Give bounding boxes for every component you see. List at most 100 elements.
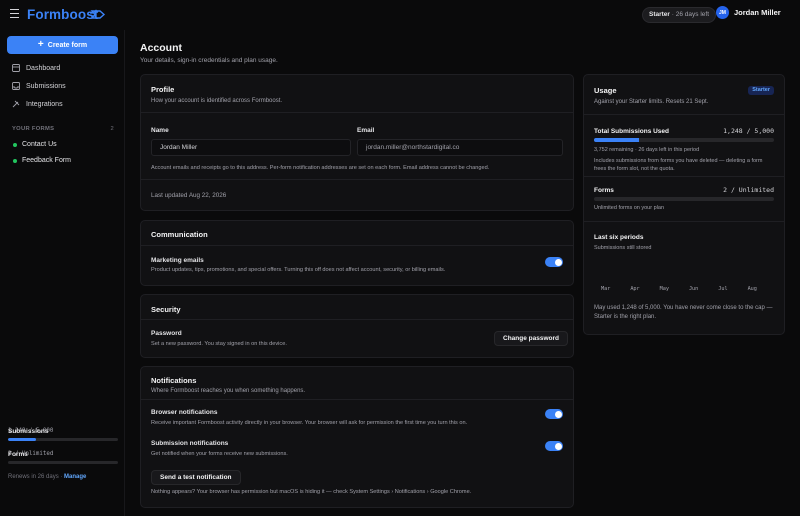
submission-notifications-label: Submission notifications [151,440,229,447]
name-label: Name [151,127,169,134]
last-updated: Last updated Aug 22, 2026 [151,192,227,199]
profile-title: Profile [151,85,175,94]
change-password-button[interactable]: Change password [494,331,568,346]
plug-icon [12,100,20,108]
sidebar: + Create form Dashboard Submissions Inte… [0,30,125,516]
manage-link[interactable]: Manage [64,474,86,480]
plan-name: Starter [649,11,670,18]
password-label: Password [151,330,182,337]
total-submissions-value: 1,248 / 5,000 [723,127,774,135]
remaining-text: 3,752 remaining · 26 days left in this p… [594,147,700,153]
sidebar-item-label: Submissions [26,82,66,90]
page-subtitle: Your details, sign-in credentials and pl… [140,57,278,64]
notifications-title: Notifications [151,376,197,385]
inbox-icon [12,82,20,90]
active-status-dot [13,142,17,147]
forms-note: Unlimited forms on your plan [594,205,665,211]
menu-icon[interactable] [10,9,19,18]
communication-card: Communication Marketing emails Product u… [140,220,574,286]
usage-summary: May used 1,248 of 5,000. You have never … [594,305,773,320]
create-form-button[interactable]: + Create form [7,36,118,54]
submission-notifications-description: Get notified when your forms receive new… [151,451,288,457]
security-title: Security [151,305,181,314]
page-title: Account [140,42,182,54]
total-submissions-bar [594,138,774,142]
your-forms-label: YOUR FORMS [12,126,55,132]
brand-logo[interactable]: Formboost [27,7,98,22]
email-field: jordan.miller@northstardigital.co [357,139,563,156]
forms-usage-row: Forms 2 / Unlimited [594,186,774,194]
name-field[interactable]: Jordan Miller [151,139,351,156]
periods-subtitle: Submissions still stored [594,245,652,251]
dashboard-icon [12,64,20,72]
usage-subtitle: Against your Starter limits. Resets 21 S… [594,99,709,105]
periods-label: Last six periods [594,234,644,241]
plan-days-left: · 26 days left [671,11,709,18]
forms-usage-bar [594,197,774,201]
month-label: Apr [630,286,640,292]
avatar: JM [716,6,729,19]
renews-text: Renews in 26 days · Manage [8,474,86,480]
plan-badge: Starter [748,86,774,95]
sidebar-form-contact-us[interactable]: Contact Us [13,141,57,148]
total-submissions-row: Total Submissions Used 1,248 / 5,000 [594,127,774,135]
profile-card: Profile How your account is identified a… [140,74,574,211]
email-label: Email [357,127,375,134]
month-label: Jun [688,286,699,292]
form-name: Contact Us [22,141,57,148]
submission-notifications-toggle[interactable] [545,441,563,451]
marketing-toggle[interactable] [545,257,563,267]
forms-value: 2 / Unlimited [723,186,774,194]
profile-subtitle: How your account is identified across Fo… [151,98,283,104]
active-status-dot [13,158,17,163]
submissions-label: Submissions [8,428,49,435]
sidebar-item-label: Dashboard [26,64,61,72]
app-root: Formboost Starter · 26 days left JM Jord… [0,0,800,516]
sidebar-forms-usage: Forms 2 / Unlimited [8,451,118,464]
includes-text: Includes submissions from forms you have… [594,158,763,172]
month-label: Jul [718,286,728,292]
forms-count: 2 [110,126,114,132]
communication-title: Communication [151,230,208,239]
browser-notifications-toggle[interactable] [545,409,563,419]
month-label: Mar [601,286,611,292]
periods-row: Last six periods [594,234,774,241]
topbar: Formboost Starter · 26 days left JM Jord… [0,0,800,30]
month-label: May [659,286,669,292]
marketing-description: Product updates, tips, promotions, and s… [151,267,446,273]
user-menu[interactable]: JM Jordan Miller [716,6,781,19]
security-card: Security Password Set a new password. Yo… [140,294,574,358]
email-note: Account emails and receipts go to this a… [151,165,490,171]
sidebar-form-feedback[interactable]: Feedback Form [13,157,71,164]
forms-progress-bar [8,461,118,464]
create-form-label: Create form [47,41,88,49]
send-test-notification-button[interactable]: Send a test notification [151,470,241,485]
browser-notifications-label: Browser notifications [151,409,218,416]
renews-label: Renews in 26 days · [8,474,63,480]
usage-panel: Usage Starter Against your Starter limit… [583,74,785,335]
marketing-label: Marketing emails [151,257,204,264]
sidebar-item-dashboard[interactable]: Dashboard [12,62,60,74]
total-submissions-label: Total Submissions Used [594,128,670,135]
notifications-card: Notifications Where Formboost reaches yo… [140,366,574,508]
plan-status-pill[interactable]: Starter · 26 days left [642,7,716,23]
browser-notifications-description: Receive important Formboost activity dir… [151,420,468,426]
sidebar-item-submissions[interactable]: Submissions [12,80,66,92]
rocket-icon [90,10,106,19]
periods-month-axis: Mar Apr May Jun Jul Aug [594,286,764,292]
usage-title: Usage [594,86,617,95]
plus-icon: + [37,39,44,50]
notifications-subtitle: Where Formboost reaches you when somethi… [151,388,306,394]
sidebar-item-label: Integrations [26,100,63,108]
form-name: Feedback Form [22,157,72,164]
sidebar-submissions-usage: Submissions 1,248 / 5,000 [8,428,118,441]
forms-label: Forms [594,187,614,194]
notifications-help: Nothing appears? Your browser has permis… [151,489,472,495]
forms-label: Forms [8,451,28,458]
sidebar-item-integrations[interactable]: Integrations [12,98,63,110]
user-name: Jordan Miller [734,8,781,17]
submissions-progress-bar [8,438,118,441]
your-forms-heading: YOUR FORMS 2 [12,126,114,132]
month-label: Aug [747,286,757,292]
password-description: Set a new password. You stay signed in o… [151,341,287,347]
